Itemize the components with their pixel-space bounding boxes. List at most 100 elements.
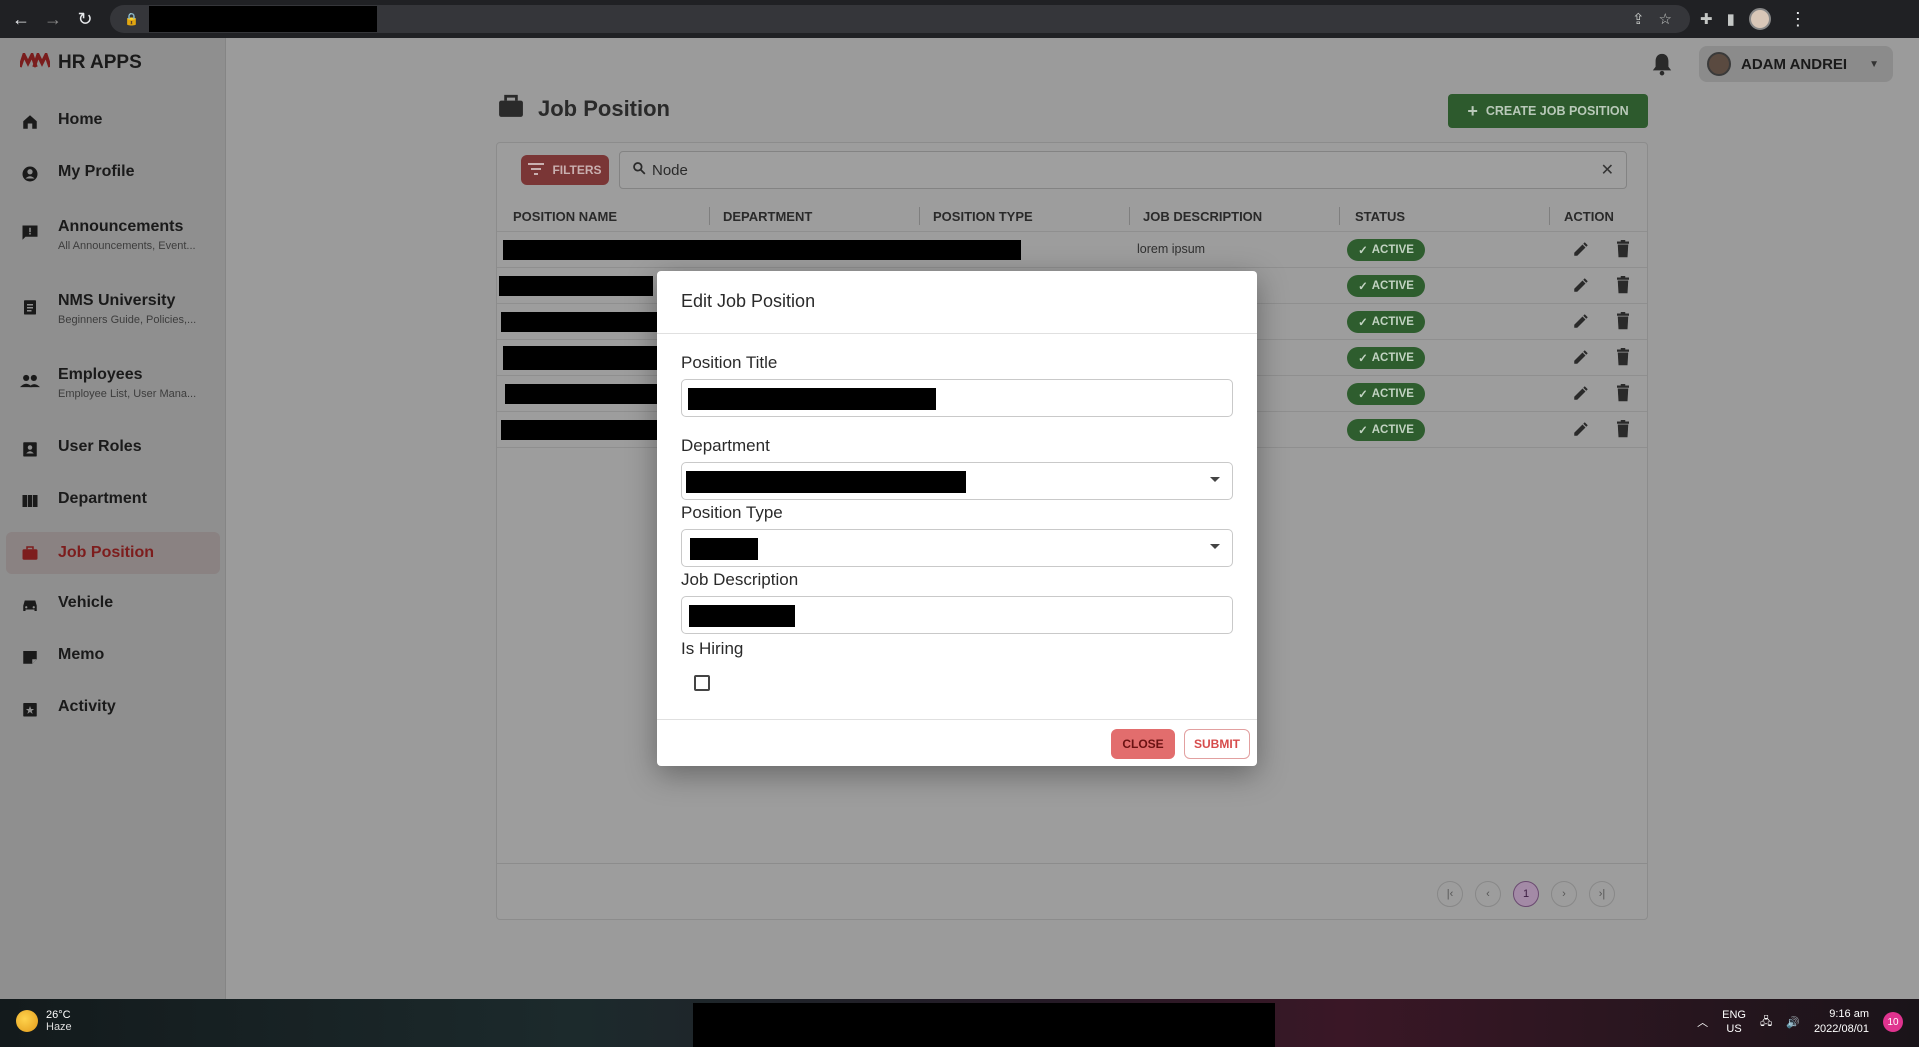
clock[interactable]: 9:16 am 2022/08/01 [1814, 1007, 1869, 1037]
delete-icon[interactable] [1615, 348, 1633, 366]
clipboard-icon [20, 297, 40, 317]
extensions-icon[interactable]: ✚ [1700, 10, 1713, 28]
sidebar-item-my-profile[interactable]: My Profile [6, 163, 220, 184]
sidebar-item-activity[interactable]: Activity [6, 698, 220, 719]
create-job-position-button[interactable]: + CREATE JOB POSITION [1448, 94, 1648, 128]
share-icon[interactable]: ⇪ [1632, 10, 1645, 28]
is-hiring-checkbox[interactable] [694, 675, 710, 691]
sidebar-item-user-roles[interactable]: User Roles [6, 438, 220, 459]
edit-icon[interactable] [1572, 240, 1590, 258]
temperature: 26°C [46, 1009, 71, 1021]
sidebar-item-employees[interactable]: Employees Employee List, User Mana... [6, 366, 220, 400]
user-name: ADAM ANDREI [1740, 55, 1848, 73]
brand[interactable]: HR APPS [18, 49, 142, 74]
redacted-cell [501, 312, 657, 332]
avatar [1706, 52, 1731, 76]
clear-search-icon[interactable]: ✕ [1601, 160, 1614, 180]
first-page-icon[interactable]: |‹ [1437, 881, 1463, 907]
address-bar[interactable]: 🔒 ⇪ ☆ [110, 5, 1690, 33]
status-label: ACTIVE [1371, 280, 1414, 292]
delete-icon[interactable] [1615, 312, 1633, 330]
position-title-field[interactable] [681, 379, 1233, 417]
column-separator [1129, 207, 1130, 225]
sidebar-item-announcements[interactable]: Announcements All Announcements, Event..… [6, 218, 220, 252]
columns-icon [20, 491, 40, 511]
delete-icon[interactable] [1615, 240, 1633, 258]
edit-icon[interactable] [1572, 312, 1590, 330]
sidebar-item-vehicle[interactable]: Vehicle [6, 594, 220, 615]
column-separator [709, 207, 710, 225]
column-header[interactable]: DEPARTMENT [723, 209, 812, 224]
user-menu[interactable]: ADAM ANDREI ▼ [1698, 46, 1893, 82]
column-header[interactable]: JOB DESCRIPTION [1143, 209, 1262, 224]
redacted-cell [503, 346, 659, 370]
edit-icon[interactable] [1572, 384, 1590, 402]
filters-label: FILTERS [552, 163, 602, 177]
sidebar-item-nms-university[interactable]: NMS University Beginners Guide, Policies… [6, 292, 220, 326]
sidebar-item-label: Activity [58, 698, 116, 715]
status-label: ACTIVE [1371, 388, 1414, 400]
reload-icon[interactable]: ↻ [74, 8, 96, 30]
sidebar-item-department[interactable]: Department [6, 490, 220, 511]
edit-icon[interactable] [1572, 348, 1590, 366]
page-header: Job Position [498, 94, 670, 123]
column-header[interactable]: POSITION NAME [513, 209, 617, 224]
forward-icon[interactable]: → [42, 8, 64, 30]
job-description-field[interactable] [681, 596, 1233, 634]
page-number[interactable]: 1 [1513, 881, 1539, 907]
redacted-cell [505, 384, 657, 404]
sidebar-item-sublabel: All Announcements, Event... [58, 240, 196, 252]
redacted-cell [499, 276, 653, 296]
language-top: ENG [1722, 1009, 1746, 1021]
account-circle-icon [20, 164, 40, 184]
dialog-title: Edit Job Position [681, 291, 816, 311]
sidebar-item-job-position[interactable]: Job Position [6, 532, 220, 574]
weather-widget[interactable]: 26°C Haze [16, 1009, 72, 1033]
taskbar-apps-redacted [693, 1003, 1275, 1047]
check-icon: ✓ [1358, 281, 1368, 293]
announcement-icon [20, 223, 40, 243]
prev-page-icon[interactable]: ‹ [1475, 881, 1501, 907]
browser-profile-avatar[interactable] [1748, 8, 1771, 30]
clock-time: 9:16 am [1829, 1008, 1869, 1020]
edit-icon[interactable] [1572, 420, 1590, 438]
next-page-icon[interactable]: › [1551, 881, 1577, 907]
delete-icon[interactable] [1615, 384, 1633, 402]
table-row[interactable]: lorem ipsum ✓ ACTIVE [497, 231, 1647, 267]
notification-count-badge[interactable]: 10 [1883, 1012, 1903, 1032]
position-type-select[interactable] [681, 529, 1233, 567]
star-icon[interactable]: ☆ [1659, 10, 1672, 28]
department-select[interactable] [681, 462, 1233, 500]
position-type-label: Position Type [681, 503, 783, 522]
last-page-icon[interactable]: ›| [1589, 881, 1615, 907]
search-icon [632, 161, 646, 180]
sidepanel-icon[interactable]: ▮ [1727, 10, 1735, 28]
os-taskbar: 26°C Haze ︿ ENG US 🖧 🔊 9:16 am 2022/08/0… [0, 999, 1919, 1047]
notification-bell-icon[interactable] [1649, 51, 1675, 77]
submit-button[interactable]: SUBMIT [1184, 729, 1250, 759]
delete-icon[interactable] [1615, 420, 1633, 438]
filters-button[interactable]: FILTERS [521, 155, 609, 185]
sidebar-item-label: My Profile [58, 163, 135, 180]
car-icon [20, 595, 40, 615]
redacted-cell [503, 240, 1021, 260]
network-icon[interactable]: 🖧 [1760, 1013, 1772, 1032]
edit-icon[interactable] [1572, 276, 1590, 294]
language-indicator[interactable]: ENG US [1722, 1008, 1746, 1036]
close-button[interactable]: CLOSE [1111, 729, 1175, 759]
sidebar-item-home[interactable]: Home [6, 111, 220, 132]
search-input[interactable]: Node ✕ [619, 151, 1627, 189]
plus-icon: + [1467, 100, 1478, 121]
chevron-up-icon[interactable]: ︿ [1697, 1014, 1708, 1030]
delete-icon[interactable] [1615, 276, 1633, 294]
check-icon: ✓ [1358, 245, 1368, 257]
column-header[interactable]: STATUS [1355, 209, 1405, 224]
browser-menu-icon[interactable]: ⋮ [1789, 9, 1807, 30]
volume-icon[interactable]: 🔊 [1786, 1016, 1800, 1029]
column-header[interactable]: POSITION TYPE [933, 209, 1033, 224]
sidebar-item-memo[interactable]: Memo [6, 646, 220, 667]
back-icon[interactable]: ← [10, 8, 32, 30]
status-label: ACTIVE [1371, 352, 1414, 364]
redacted-value [689, 605, 795, 627]
search-value: Node [652, 161, 688, 179]
